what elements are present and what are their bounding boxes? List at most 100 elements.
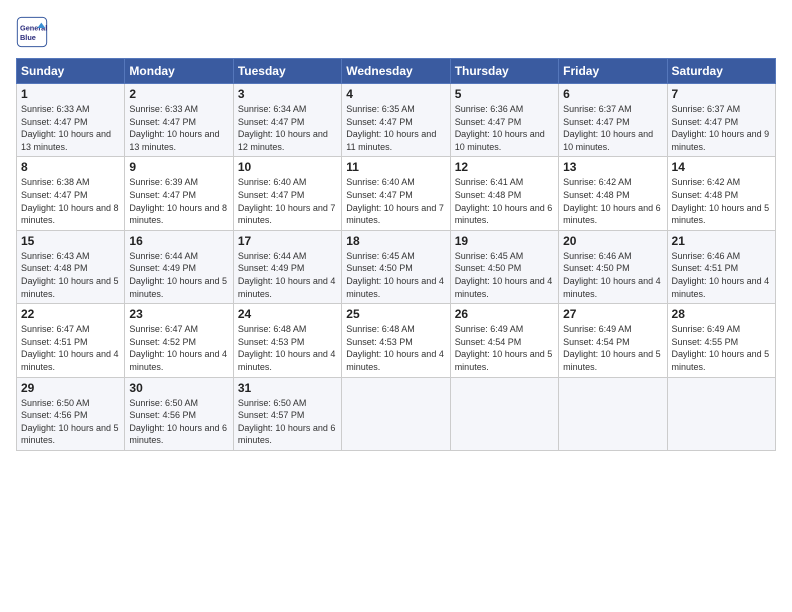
weekday-header: Wednesday <box>342 59 450 84</box>
day-info: Sunrise: 6:36 AMSunset: 4:47 PMDaylight:… <box>455 103 554 153</box>
calendar-week: 22 Sunrise: 6:47 AMSunset: 4:51 PMDayligh… <box>17 304 776 377</box>
calendar-cell: 11Sunrise: 6:40 AMSunset: 4:47 PMDayligh… <box>342 157 450 230</box>
calendar-cell <box>559 377 667 450</box>
day-info: Sunrise: 6:33 AMSunset: 4:47 PMDaylight:… <box>21 103 120 153</box>
day-info: Sunrise: 6:37 AMSunset: 4:47 PMDaylight:… <box>563 103 662 153</box>
day-number: 1 <box>21 87 120 101</box>
calendar-cell: 2 Sunrise: 6:33 AMSunset: 4:47 PMDaylight… <box>125 84 233 157</box>
day-number: 22 <box>21 307 120 321</box>
day-number: 19 <box>455 234 554 248</box>
day-info: Sunrise: 6:49 AMSunset: 4:54 PMDaylight:… <box>455 323 554 373</box>
day-number: 7 <box>672 87 771 101</box>
day-number: 10 <box>238 160 337 174</box>
day-info: Sunrise: 6:42 AMSunset: 4:48 PMDaylight:… <box>672 176 771 226</box>
weekday-header: Sunday <box>17 59 125 84</box>
day-number: 5 <box>455 87 554 101</box>
day-number: 2 <box>129 87 228 101</box>
day-info: Sunrise: 6:50 AMSunset: 4:56 PMDaylight:… <box>129 397 228 447</box>
calendar-cell: 5 Sunrise: 6:36 AMSunset: 4:47 PMDaylight… <box>450 84 558 157</box>
calendar-cell: 25Sunrise: 6:48 AMSunset: 4:53 PMDayligh… <box>342 304 450 377</box>
calendar-cell: 9 Sunrise: 6:39 AMSunset: 4:47 PMDaylight… <box>125 157 233 230</box>
day-info: Sunrise: 6:41 AMSunset: 4:48 PMDaylight:… <box>455 176 554 226</box>
day-number: 15 <box>21 234 120 248</box>
day-number: 24 <box>238 307 337 321</box>
logo-icon: General Blue <box>16 16 48 48</box>
logo: General Blue <box>16 16 48 48</box>
day-info: Sunrise: 6:48 AMSunset: 4:53 PMDaylight:… <box>238 323 337 373</box>
calendar-cell: 26Sunrise: 6:49 AMSunset: 4:54 PMDayligh… <box>450 304 558 377</box>
day-number: 3 <box>238 87 337 101</box>
page-container: General Blue SundayMondayTuesdayWednesda… <box>0 0 792 459</box>
day-number: 20 <box>563 234 662 248</box>
calendar-cell: 1 Sunrise: 6:33 AMSunset: 4:47 PMDaylight… <box>17 84 125 157</box>
day-info: Sunrise: 6:44 AMSunset: 4:49 PMDaylight:… <box>129 250 228 300</box>
calendar-cell: 29 Sunrise: 6:50 AMSunset: 4:56 PMDayligh… <box>17 377 125 450</box>
day-info: Sunrise: 6:46 AMSunset: 4:51 PMDaylight:… <box>672 250 771 300</box>
calendar-week: 1 Sunrise: 6:33 AMSunset: 4:47 PMDaylight… <box>17 84 776 157</box>
day-info: Sunrise: 6:33 AMSunset: 4:47 PMDaylight:… <box>129 103 228 153</box>
calendar-cell <box>450 377 558 450</box>
day-number: 30 <box>129 381 228 395</box>
weekday-header: Friday <box>559 59 667 84</box>
day-info: Sunrise: 6:47 AMSunset: 4:51 PMDaylight:… <box>21 323 120 373</box>
day-number: 27 <box>563 307 662 321</box>
day-info: Sunrise: 6:45 AMSunset: 4:50 PMDaylight:… <box>455 250 554 300</box>
calendar-cell: 27 Sunrise: 6:49 AMSunset: 4:54 PMDayligh… <box>559 304 667 377</box>
calendar-week: 15 Sunrise: 6:43 AMSunset: 4:48 PMDayligh… <box>17 230 776 303</box>
calendar-cell <box>342 377 450 450</box>
day-number: 29 <box>21 381 120 395</box>
day-number: 9 <box>129 160 228 174</box>
calendar-cell: 3 Sunrise: 6:34 AMSunset: 4:47 PMDaylight… <box>233 84 341 157</box>
weekday-header: Tuesday <box>233 59 341 84</box>
calendar-cell: 21Sunrise: 6:46 AMSunset: 4:51 PMDayligh… <box>667 230 775 303</box>
calendar-header: SundayMondayTuesdayWednesdayThursdayFrid… <box>17 59 776 84</box>
day-info: Sunrise: 6:40 AMSunset: 4:47 PMDaylight:… <box>238 176 337 226</box>
day-number: 28 <box>672 307 771 321</box>
calendar-cell: 7 Sunrise: 6:37 AMSunset: 4:47 PMDaylight… <box>667 84 775 157</box>
calendar-table: SundayMondayTuesdayWednesdayThursdayFrid… <box>16 58 776 451</box>
day-number: 6 <box>563 87 662 101</box>
calendar-cell: 18Sunrise: 6:45 AMSunset: 4:50 PMDayligh… <box>342 230 450 303</box>
calendar-cell: 14 Sunrise: 6:42 AMSunset: 4:48 PMDayligh… <box>667 157 775 230</box>
day-info: Sunrise: 6:43 AMSunset: 4:48 PMDaylight:… <box>21 250 120 300</box>
weekday-header: Monday <box>125 59 233 84</box>
day-info: Sunrise: 6:50 AMSunset: 4:57 PMDaylight:… <box>238 397 337 447</box>
calendar-cell: 13Sunrise: 6:42 AMSunset: 4:48 PMDayligh… <box>559 157 667 230</box>
calendar-cell: 31 Sunrise: 6:50 AMSunset: 4:57 PMDayligh… <box>233 377 341 450</box>
calendar-cell: 17 Sunrise: 6:44 AMSunset: 4:49 PMDayligh… <box>233 230 341 303</box>
calendar-cell: 6 Sunrise: 6:37 AMSunset: 4:47 PMDaylight… <box>559 84 667 157</box>
day-info: Sunrise: 6:46 AMSunset: 4:50 PMDaylight:… <box>563 250 662 300</box>
day-number: 17 <box>238 234 337 248</box>
day-number: 8 <box>21 160 120 174</box>
calendar-cell: 24 Sunrise: 6:48 AMSunset: 4:53 PMDayligh… <box>233 304 341 377</box>
day-info: Sunrise: 6:44 AMSunset: 4:49 PMDaylight:… <box>238 250 337 300</box>
day-number: 14 <box>672 160 771 174</box>
svg-text:Blue: Blue <box>20 33 36 42</box>
header: General Blue <box>16 16 776 48</box>
svg-text:General: General <box>20 24 47 33</box>
calendar-cell: 23Sunrise: 6:47 AMSunset: 4:52 PMDayligh… <box>125 304 233 377</box>
day-info: Sunrise: 6:49 AMSunset: 4:55 PMDaylight:… <box>672 323 771 373</box>
day-info: Sunrise: 6:40 AMSunset: 4:47 PMDaylight:… <box>346 176 445 226</box>
calendar-cell: 16Sunrise: 6:44 AMSunset: 4:49 PMDayligh… <box>125 230 233 303</box>
day-number: 25 <box>346 307 445 321</box>
weekday-header: Thursday <box>450 59 558 84</box>
day-number: 31 <box>238 381 337 395</box>
day-info: Sunrise: 6:49 AMSunset: 4:54 PMDaylight:… <box>563 323 662 373</box>
day-info: Sunrise: 6:34 AMSunset: 4:47 PMDaylight:… <box>238 103 337 153</box>
day-info: Sunrise: 6:38 AMSunset: 4:47 PMDaylight:… <box>21 176 120 226</box>
day-number: 18 <box>346 234 445 248</box>
calendar-week: 8 Sunrise: 6:38 AMSunset: 4:47 PMDaylight… <box>17 157 776 230</box>
calendar-cell: 28 Sunrise: 6:49 AMSunset: 4:55 PMDayligh… <box>667 304 775 377</box>
calendar-cell: 4 Sunrise: 6:35 AMSunset: 4:47 PMDaylight… <box>342 84 450 157</box>
day-number: 13 <box>563 160 662 174</box>
day-number: 4 <box>346 87 445 101</box>
calendar-cell: 12Sunrise: 6:41 AMSunset: 4:48 PMDayligh… <box>450 157 558 230</box>
day-info: Sunrise: 6:39 AMSunset: 4:47 PMDaylight:… <box>129 176 228 226</box>
calendar-cell: 20 Sunrise: 6:46 AMSunset: 4:50 PMDayligh… <box>559 230 667 303</box>
day-info: Sunrise: 6:37 AMSunset: 4:47 PMDaylight:… <box>672 103 771 153</box>
calendar-cell: 22 Sunrise: 6:47 AMSunset: 4:51 PMDayligh… <box>17 304 125 377</box>
day-info: Sunrise: 6:35 AMSunset: 4:47 PMDaylight:… <box>346 103 445 153</box>
calendar-cell <box>667 377 775 450</box>
day-info: Sunrise: 6:50 AMSunset: 4:56 PMDaylight:… <box>21 397 120 447</box>
